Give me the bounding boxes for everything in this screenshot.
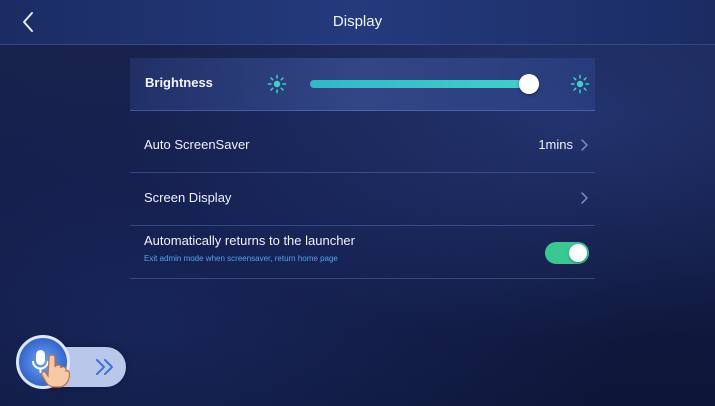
auto-return-toggle[interactable]: [545, 242, 589, 264]
toggle-knob: [569, 244, 587, 262]
brightness-row: Brightness: [130, 58, 595, 111]
sun-icon: [267, 74, 287, 94]
brightness-slider[interactable]: [310, 74, 540, 94]
screen-display-label: Screen Display: [144, 190, 232, 205]
auto-screensaver-label: Auto ScreenSaver: [144, 137, 250, 152]
brightness-slider-fill: [310, 80, 529, 88]
floating-assistant: [16, 335, 128, 389]
hand-pointer-icon: [41, 354, 71, 388]
sun-icon: [570, 74, 590, 94]
auto-screensaver-row[interactable]: Auto ScreenSaver 1mins: [130, 120, 595, 173]
auto-return-row: Automatically returns to the launcher Ex…: [130, 226, 595, 279]
top-bar: Display: [0, 0, 715, 45]
brightness-label: Brightness: [145, 75, 213, 90]
screen-display-row[interactable]: Screen Display: [130, 173, 595, 226]
chevron-right-icon: [581, 139, 588, 151]
chevron-right-icon: [581, 192, 588, 204]
auto-return-label: Automatically returns to the launcher: [144, 233, 355, 248]
voice-assistant-button[interactable]: [16, 335, 71, 389]
auto-return-sublabel: Exit admin mode when screensaver, return…: [144, 254, 338, 263]
double-chevron-right-icon: [96, 359, 113, 375]
auto-screensaver-value: 1mins: [538, 137, 573, 152]
expand-button[interactable]: [92, 355, 118, 379]
brightness-slider-thumb[interactable]: [518, 74, 539, 94]
page-title: Display: [332, 13, 383, 30]
